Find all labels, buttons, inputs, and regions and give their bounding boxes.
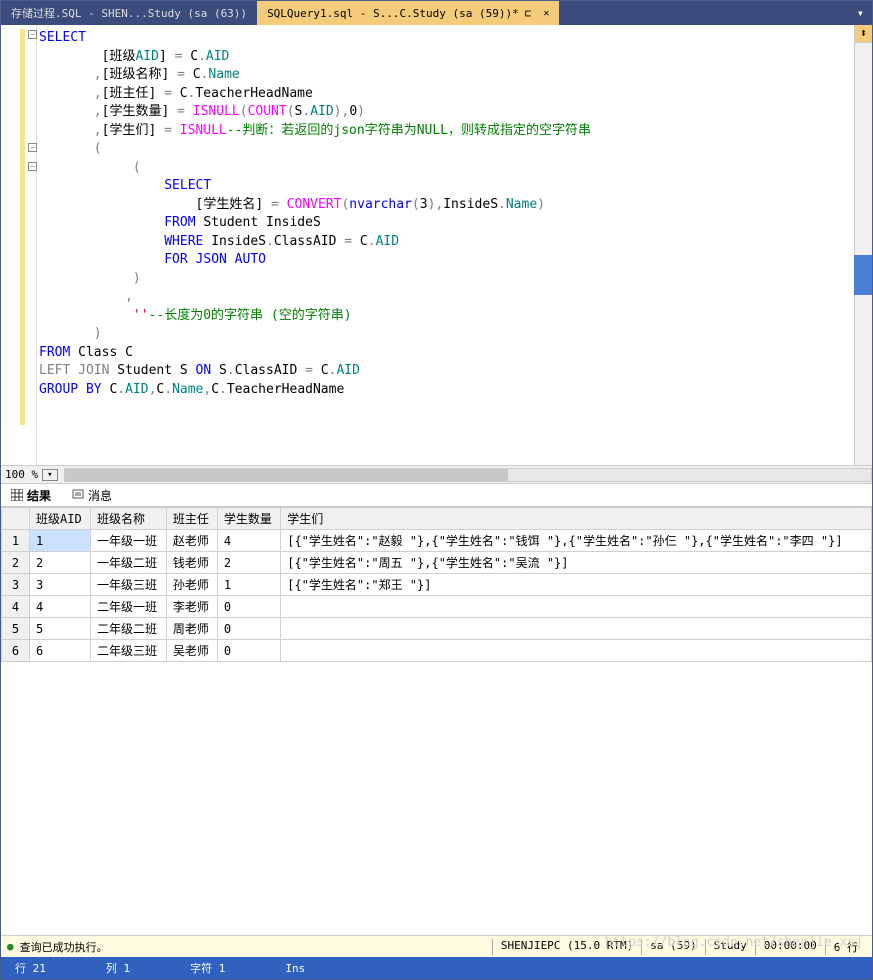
zoom-level: 100 % — [1, 468, 42, 481]
cell[interactable] — [281, 618, 872, 640]
close-icon[interactable]: ✕ — [543, 8, 549, 19]
scrollbar-thumb[interactable] — [65, 469, 509, 481]
cell[interactable]: 3 — [30, 574, 91, 596]
cell[interactable]: 1 — [217, 574, 280, 596]
cell[interactable]: 钱老师 — [166, 552, 217, 574]
cell[interactable]: 周老师 — [166, 618, 217, 640]
cell[interactable]: 2 — [30, 552, 91, 574]
tab-messages[interactable]: 消息 — [62, 485, 123, 506]
status-message: 查询已成功执行。 — [20, 939, 108, 955]
editor-footer-bar: 行 21 列 1 字符 1 Ins — [1, 957, 872, 979]
tab-results[interactable]: 结果 — [1, 485, 62, 506]
cell[interactable]: 6 — [30, 640, 91, 662]
row-number: 2 — [2, 552, 30, 574]
zoom-bar: 100 % ▾ — [1, 465, 872, 483]
tab-sqlquery1[interactable]: SQLQuery1.sql - S...C.Study (sa (59))* ⊏… — [257, 1, 559, 25]
footer-ins: Ins — [285, 962, 305, 975]
row-number: 6 — [2, 640, 30, 662]
horizontal-scrollbar[interactable] — [64, 468, 872, 482]
cell[interactable]: 赵老师 — [166, 530, 217, 552]
cell[interactable]: [{"学生姓名":"周五 "},{"学生姓名":"吴流 "}] — [281, 552, 872, 574]
tab-label: SQLQuery1.sql - S...C.Study (sa (59))* — [267, 7, 519, 20]
cell[interactable]: 二年级一班 — [91, 596, 167, 618]
column-header[interactable]: 班级AID — [30, 508, 91, 530]
table-row[interactable]: 33一年级三班孙老师1[{"学生姓名":"郑王 "}] — [2, 574, 872, 596]
row-number: 3 — [2, 574, 30, 596]
cell[interactable]: 0 — [217, 618, 280, 640]
tab-label: 结果 — [27, 487, 51, 504]
cell[interactable]: 0 — [217, 596, 280, 618]
cell[interactable]: 一年级二班 — [91, 552, 167, 574]
change-marker — [20, 29, 25, 425]
column-header[interactable]: 班主任 — [166, 508, 217, 530]
footer-char: 字符 1 — [190, 960, 225, 976]
cell[interactable]: 一年级一班 — [91, 530, 167, 552]
success-icon: ● — [7, 940, 14, 953]
cell[interactable] — [281, 596, 872, 618]
tab-label: 消息 — [88, 487, 112, 504]
row-number: 1 — [2, 530, 30, 552]
zoom-dropdown[interactable]: ▾ — [42, 469, 57, 481]
table-row[interactable]: 22一年级二班钱老师2[{"学生姓名":"周五 "},{"学生姓名":"吴流 "… — [2, 552, 872, 574]
cell[interactable]: 1 — [30, 530, 91, 552]
cell[interactable]: 一年级三班 — [91, 574, 167, 596]
row-number: 5 — [2, 618, 30, 640]
cell[interactable]: 4 — [30, 596, 91, 618]
column-header[interactable]: 班级名称 — [91, 508, 167, 530]
column-header[interactable]: 学生们 — [281, 508, 872, 530]
row-number: 4 — [2, 596, 30, 618]
scroll-map[interactable]: ⬍ — [854, 25, 872, 465]
fold-gutter: − − − — [1, 25, 37, 465]
cell[interactable]: 李老师 — [166, 596, 217, 618]
cell[interactable]: 吴老师 — [166, 640, 217, 662]
cell[interactable]: 二年级三班 — [91, 640, 167, 662]
cell[interactable]: 4 — [217, 530, 280, 552]
footer-line: 行 21 — [15, 960, 46, 976]
results-grid[interactable]: 班级AID班级名称班主任学生数量学生们 11一年级一班赵老师4[{"学生姓名":… — [1, 507, 872, 935]
table-row[interactable]: 11一年级一班赵老师4[{"学生姓名":"赵毅 "},{"学生姓名":"钱饵 "… — [2, 530, 872, 552]
cell[interactable] — [281, 640, 872, 662]
results-tab-bar: 结果 消息 — [1, 483, 872, 507]
row-corner — [2, 508, 30, 530]
fold-toggle-icon[interactable]: − — [28, 30, 37, 39]
fold-toggle-icon[interactable]: − — [28, 143, 37, 152]
fold-toggle-icon[interactable]: − — [28, 162, 37, 171]
tab-stored-proc[interactable]: 存储过程.SQL - SHEN...Study (sa (63)) — [1, 1, 257, 25]
cell[interactable]: [{"学生姓名":"赵毅 "},{"学生姓名":"钱饵 "},{"学生姓名":"… — [281, 530, 872, 552]
table-row[interactable]: 66二年级三班吴老师0 — [2, 640, 872, 662]
split-icon[interactable]: ⬍ — [855, 25, 872, 43]
cell[interactable]: 5 — [30, 618, 91, 640]
scroll-indicator — [854, 255, 872, 295]
watermark: https://blog.csdn.net/shenjie_xsj — [605, 935, 863, 950]
tab-label: 存储过程.SQL - SHEN...Study (sa (63)) — [11, 5, 247, 21]
cell[interactable]: 孙老师 — [166, 574, 217, 596]
table-row[interactable]: 44二年级一班李老师0 — [2, 596, 872, 618]
cell[interactable]: 2 — [217, 552, 280, 574]
footer-col: 列 1 — [106, 960, 130, 976]
cell[interactable]: 0 — [217, 640, 280, 662]
cell[interactable]: 二年级二班 — [91, 618, 167, 640]
editor-tabs-bar: 存储过程.SQL - SHEN...Study (sa (63)) SQLQue… — [1, 1, 872, 25]
code-editor[interactable]: − − − SELECT [班级AID] = C.AID ,[班级名称] = C… — [1, 25, 872, 465]
code-text[interactable]: SELECT [班级AID] = C.AID ,[班级名称] = C.Name … — [37, 25, 872, 465]
dropdown-icon[interactable]: ▾ — [849, 1, 872, 25]
pin-icon[interactable]: ⊏ — [525, 7, 532, 20]
cell[interactable]: [{"学生姓名":"郑王 "}] — [281, 574, 872, 596]
column-header[interactable]: 学生数量 — [217, 508, 280, 530]
grid-icon — [11, 489, 23, 501]
messages-icon — [72, 489, 84, 501]
table-row[interactable]: 55二年级二班周老师0 — [2, 618, 872, 640]
